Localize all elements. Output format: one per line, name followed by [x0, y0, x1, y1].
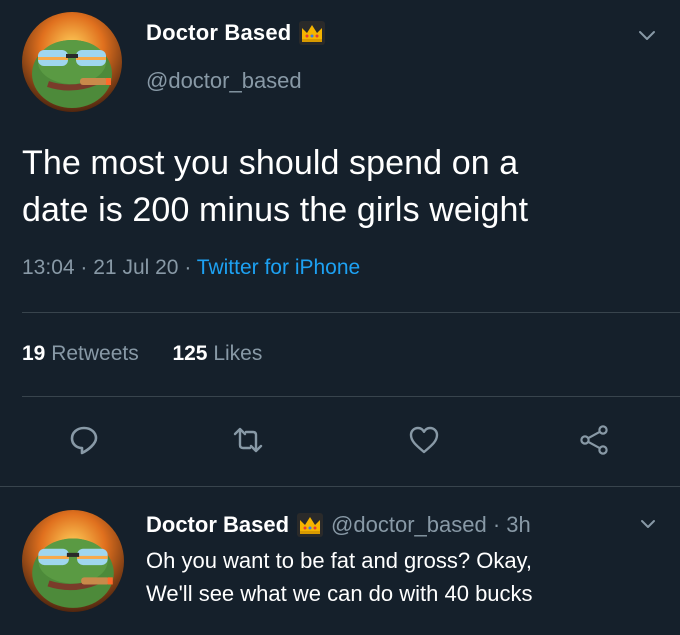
reply-time[interactable]: 3h [506, 512, 530, 538]
divider [22, 396, 680, 397]
reply-icon[interactable] [68, 424, 100, 456]
tweet-meta: 13:04 · 21 Jul 20 · Twitter for iPhone [22, 256, 360, 280]
retweet-count: 19 [22, 342, 46, 365]
divider [0, 486, 680, 487]
divider [22, 312, 680, 313]
author-row: Doctor Based [146, 20, 326, 46]
display-name[interactable]: Doctor Based [146, 512, 289, 538]
retweets-stat[interactable]: 19 Retweets [22, 342, 145, 365]
tweet-source-link[interactable]: Twitter for iPhone [197, 256, 360, 279]
meta-separator: · [80, 256, 88, 279]
handle[interactable]: @doctor_based [331, 512, 487, 538]
tweet-stats: 19 Retweets 125 Likes [22, 342, 262, 366]
meta-separator: · [492, 512, 501, 537]
chevron-down-icon[interactable] [638, 514, 658, 534]
likes-stat[interactable]: 125 Likes [172, 342, 262, 365]
tweet-time: 13:04 [22, 256, 75, 279]
tweet-text: The most you should spend on a date is 2… [22, 140, 662, 234]
tweet-date[interactable]: 21 Jul 20 [93, 256, 178, 279]
handle[interactable]: @doctor_based [146, 68, 302, 94]
heart-icon[interactable] [408, 424, 440, 456]
reply-header: Doctor Based @doctor_based · 3h [146, 512, 531, 538]
avatar[interactable] [22, 510, 124, 612]
pepe-avatar-image [22, 12, 122, 112]
crown-icon [297, 513, 324, 537]
share-icon[interactable] [578, 424, 610, 456]
meta-separator: · [184, 256, 192, 279]
reply-text: Oh you want to be fat and gross? Okay, W… [146, 544, 666, 610]
display-name[interactable]: Doctor Based [146, 20, 291, 46]
reply-text-line: Oh you want to be fat and gross? Okay, [146, 548, 533, 573]
tweet-text-line: The most you should spend on a [22, 144, 519, 182]
reply-text-line: We'll see what we can do with 40 bucks [146, 581, 533, 606]
retweet-icon[interactable] [232, 424, 264, 456]
crown-icon [299, 21, 326, 45]
tweet-text-line: date is 200 minus the girls weight [22, 191, 529, 229]
avatar[interactable] [22, 12, 122, 112]
chevron-down-icon[interactable] [636, 24, 658, 46]
like-count: 125 [172, 342, 208, 365]
main-tweet: Doctor Based @doctor_based The most you … [0, 0, 680, 485]
retweet-label: Retweets [51, 342, 139, 365]
like-label: Likes [213, 342, 263, 365]
pepe-avatar-image [22, 510, 124, 612]
